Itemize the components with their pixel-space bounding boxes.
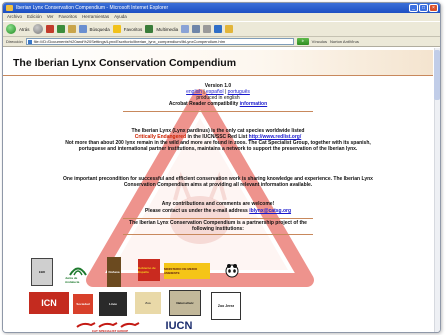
folder-icon[interactable]	[225, 25, 234, 33]
menu-bar: Archivo Edición Ver Favoritos Herramient…	[3, 13, 440, 21]
panda-icon	[225, 264, 239, 278]
favorites-star-icon[interactable]	[112, 25, 121, 33]
menu-view[interactable]: Ver	[47, 13, 54, 21]
contact-text: Please contact us under the e-mail addre…	[144, 208, 250, 214]
home-icon[interactable]	[67, 25, 76, 33]
back-arrow-icon[interactable]	[6, 24, 16, 34]
acrobat-line: Acrobat Reader compatibility information	[63, 101, 373, 107]
page-content: The Iberian Lynx Conservation Compendium…	[3, 48, 440, 332]
toolbar: Atrás Búsqueda Favoritos Multimedia	[3, 21, 440, 37]
running-cats-icon	[76, 322, 140, 328]
print-icon[interactable]	[203, 25, 212, 33]
refresh-icon[interactable]	[56, 25, 65, 33]
version-block: Version 1.0 english | español | portuguê…	[63, 83, 373, 107]
page-icon	[27, 40, 32, 44]
acrobat-info-link[interactable]: information	[240, 101, 268, 107]
stop-icon[interactable]	[45, 25, 54, 33]
zoo-jerez-logo[interactable]: Zoo Jerez	[211, 292, 241, 320]
contributions-text: Any contributions and comments are welco…	[161, 201, 275, 207]
maximize-button[interactable]: □	[419, 4, 428, 12]
search-icon[interactable]	[78, 25, 87, 33]
media-icon[interactable]	[145, 25, 154, 33]
menu-edit[interactable]: Edición	[27, 13, 42, 21]
favorites-button[interactable]: Favoritos	[124, 27, 143, 32]
history-icon[interactable]	[181, 25, 190, 33]
wwf-logo[interactable]	[223, 262, 241, 280]
partner-note: The Iberian Lynx Conservation Compendium…	[129, 220, 307, 232]
menu-file[interactable]: Archivo	[7, 13, 22, 21]
intro-text-3: Not more than about 200 lynx remain in t…	[65, 140, 371, 152]
menu-tools[interactable]: Herramientas	[82, 13, 109, 21]
knowledge-paragraph: One important precondition for successfu…	[63, 176, 373, 188]
edit-icon[interactable]	[214, 25, 223, 33]
junta-emblem-icon	[69, 267, 87, 276]
elephant-logo[interactable]: Naturschutz	[169, 290, 201, 316]
divider	[123, 218, 313, 219]
divider	[123, 111, 313, 112]
window-title: Iberian Lynx Conservation Compendium - M…	[16, 5, 169, 11]
contact-email-link[interactable]: iblynx@catsg.org	[249, 208, 291, 214]
forward-arrow-icon[interactable]	[32, 24, 43, 34]
sociedad-logo[interactable]: Sociedad	[73, 294, 93, 314]
address-bar-row: Dirección file:///D:/Documents%20and%20S…	[3, 37, 440, 47]
cat-specialist-group-logo[interactable]: CAT SPECIALIST GROUP	[69, 320, 151, 332]
zoo-logo[interactable]: Zoo	[135, 292, 161, 314]
norton-toolbar-label[interactable]: Norton AntiVirus	[330, 39, 359, 44]
address-input[interactable]: file:///D:/Documents%20and%20Settings/Ly…	[25, 38, 294, 45]
icn-logo[interactable]: ICN	[29, 292, 69, 314]
contact-line: Please contact us under the e-mail addre…	[63, 208, 373, 214]
intro-paragraph: The Iberian Lynx (Lynx pardinus) is the …	[63, 128, 373, 152]
divider	[123, 234, 313, 235]
address-url: file:///D:/Documents%20and%20Settings/Ly…	[33, 39, 226, 44]
media-button[interactable]: Multimedia	[156, 27, 178, 32]
ebd-logo[interactable]: EBD	[31, 258, 53, 286]
minimize-button[interactable]: _	[409, 4, 418, 12]
back-label[interactable]: Atrás	[19, 27, 30, 32]
ie-icon	[6, 5, 13, 11]
menu-favorites[interactable]: Favoritos	[59, 13, 78, 21]
iucn-logo[interactable]: IUCN	[157, 318, 201, 332]
junta-andalucia-logo[interactable]: Junta de Andalucía	[65, 262, 91, 286]
acrobat-text: Acrobat Reader compatibility	[168, 101, 240, 107]
address-label: Dirección	[6, 39, 23, 44]
lynx-photo-logo[interactable]: Lince	[99, 292, 127, 316]
ministerio-medio-ambiente-logo[interactable]: MINISTERIO DE MEDIO AMBIENTE	[164, 263, 210, 279]
search-button[interactable]: Búsqueda	[90, 27, 110, 32]
menu-help[interactable]: Ayuda	[114, 13, 127, 21]
close-button[interactable]: ×	[429, 4, 438, 12]
mail-icon[interactable]	[192, 25, 201, 33]
title-bar: Iberian Lynx Conservation Compendium - M…	[3, 3, 440, 13]
links-button[interactable]: Vínculos	[312, 39, 327, 44]
browser-window: Iberian Lynx Conservation Compendium - M…	[2, 2, 441, 333]
page-title: The Iberian Lynx Conservation Compendium	[13, 57, 237, 69]
page-banner: The Iberian Lynx Conservation Compendium	[3, 50, 433, 76]
donana-logo[interactable]: Doñana	[107, 257, 121, 287]
scrollbar-thumb[interactable]	[434, 50, 440, 100]
go-button[interactable]: Ir	[296, 38, 309, 45]
spain-government-logo[interactable]: Gobierno de España	[138, 259, 160, 281]
